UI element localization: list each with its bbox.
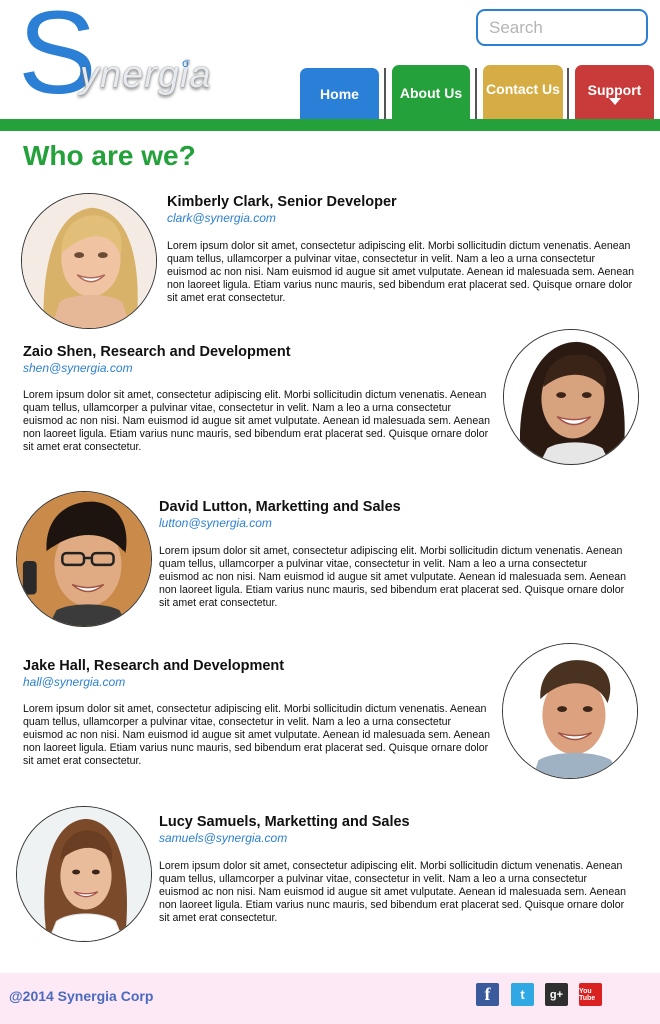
caret-down-icon — [608, 97, 621, 105]
page-title: Who are we? — [23, 140, 196, 171]
team-member-photo — [16, 491, 152, 627]
team-member-bio: Lorem ipsum dolor sit amet, consectetur … — [159, 860, 626, 925]
site-footer: @2014 Synergia Corp f t g+ You Tube — [0, 973, 660, 1024]
team-member-bio: Lorem ipsum dolor sit amet, consectetur … — [23, 703, 490, 768]
woman-brown-hair-photo — [17, 807, 151, 941]
team-member-photo — [502, 643, 638, 779]
man-smiling-photo — [503, 644, 637, 778]
nav-support-button[interactable]: Support — [575, 65, 654, 120]
woman-dark-hair-photo — [504, 330, 638, 464]
woman-blonde-photo — [22, 194, 156, 328]
twitter-icon[interactable]: t — [511, 983, 534, 1006]
nav-contact-label: Contact Us — [486, 80, 560, 97]
nav-support-label: Support — [587, 81, 642, 98]
team-member-bio: Lorem ipsum dolor sit amet, consectetur … — [159, 545, 626, 610]
team-member-email[interactable]: lutton@synergia.com — [159, 516, 272, 530]
team-member-name: Zaio Shen, Research and Development — [23, 344, 291, 360]
team-member-bio: Lorem ipsum dolor sit amet, consectetur … — [167, 240, 634, 305]
nav-contact-button[interactable]: Contact Us — [483, 65, 563, 120]
nav-home-label: Home — [320, 86, 359, 102]
team-member-email[interactable]: clark@synergia.com — [167, 211, 276, 225]
nav-divider — [384, 68, 386, 120]
team-member-name: Lucy Samuels, Marketting and Sales — [159, 814, 410, 830]
team-member-name: Kimberly Clark, Senior Developer — [167, 194, 397, 210]
team-member-bio: Lorem ipsum dolor sit amet, consectetur … — [23, 389, 490, 454]
team-member-email[interactable]: hall@synergia.com — [23, 675, 125, 689]
nav-about-label: About Us — [399, 84, 463, 101]
synergia-logo[interactable]: S ynergia σ — [18, 0, 228, 116]
copyright-text: @2014 Synergia Corp — [9, 988, 154, 1004]
team-member-email[interactable]: samuels@synergia.com — [159, 831, 287, 845]
team-member-name: David Lutton, Marketting and Sales — [159, 499, 401, 515]
facebook-icon[interactable]: f — [476, 983, 499, 1006]
nav-about-button[interactable]: About Us — [392, 65, 470, 120]
team-member-name: Jake Hall, Research and Development — [23, 658, 285, 674]
team-member-photo — [21, 193, 157, 329]
youtube-icon[interactable]: You Tube — [579, 983, 602, 1006]
header-divider-bar — [0, 119, 660, 131]
team-member-email[interactable]: shen@synergia.com — [23, 361, 133, 375]
nav-divider — [475, 68, 477, 120]
logo-sigma-mark: σ — [182, 56, 190, 70]
nav-home-button[interactable]: Home — [300, 68, 379, 120]
team-member-photo — [16, 806, 152, 942]
google-plus-icon[interactable]: g+ — [545, 983, 568, 1006]
site-header: S ynergia σ Home About Us Contact Us Sup… — [0, 0, 660, 132]
nav-divider — [567, 68, 569, 120]
team-member-photo — [503, 329, 639, 465]
logo-wordmark: ynergia — [80, 54, 212, 96]
man-glasses-photo — [17, 492, 151, 626]
search-input[interactable] — [476, 9, 648, 46]
